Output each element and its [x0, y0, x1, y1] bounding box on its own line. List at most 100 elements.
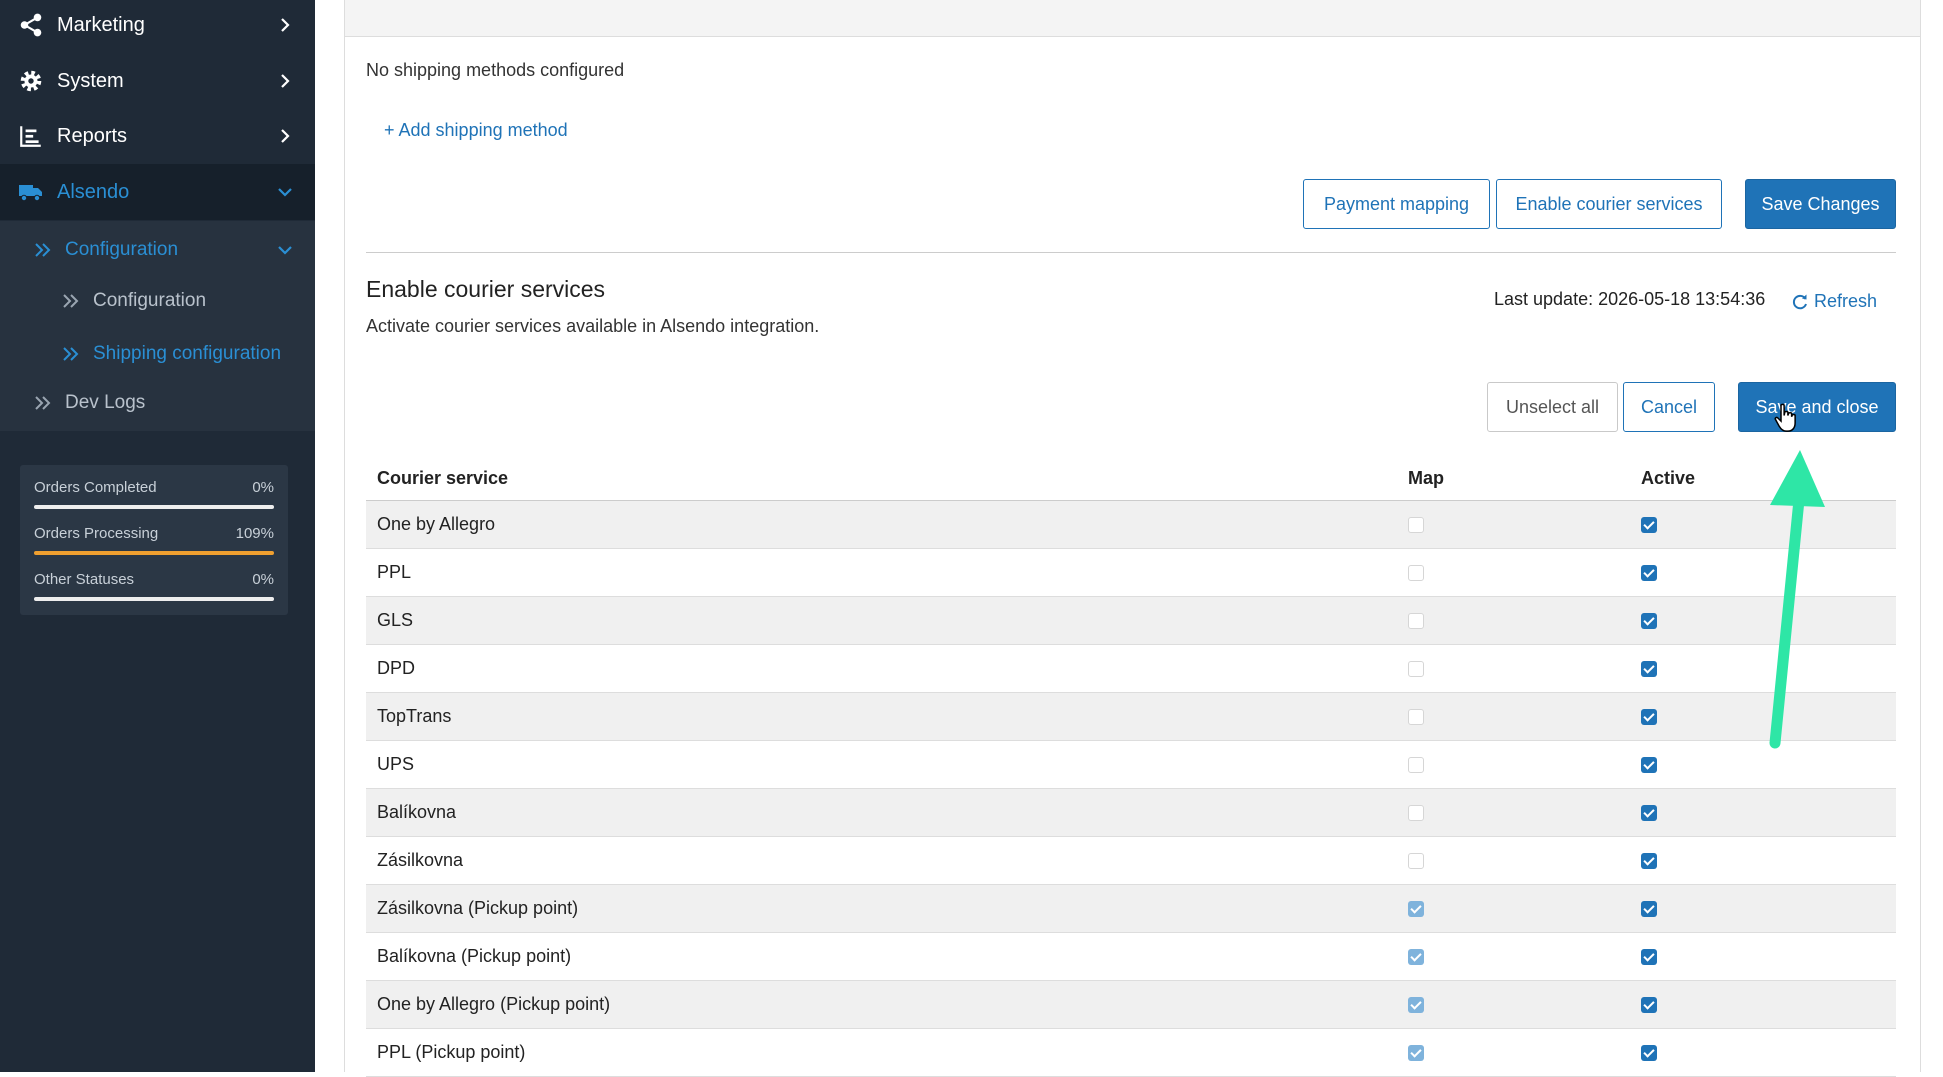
map-cell — [1397, 740, 1630, 789]
double-chevron-right-icon — [63, 294, 79, 308]
map-cell — [1397, 692, 1630, 741]
sidebar-item-dev-logs[interactable]: Dev Logs — [0, 379, 315, 427]
sidebar-item-alsendo[interactable]: Alsendo — [0, 164, 315, 220]
active-checkbox[interactable] — [1641, 949, 1657, 966]
sidebar-item-configuration-child[interactable]: Configuration — [0, 277, 315, 325]
refresh-icon — [1792, 294, 1807, 309]
map-checkbox[interactable] — [1408, 1045, 1424, 1062]
courier-service-name: DPD — [366, 644, 1397, 693]
active-checkbox[interactable] — [1641, 613, 1657, 630]
column-header-map: Map — [1397, 456, 1630, 501]
active-checkbox[interactable] — [1641, 853, 1657, 870]
sidebar-item-label: Marketing — [57, 13, 145, 36]
map-cell — [1397, 644, 1630, 693]
save-changes-button[interactable]: Save Changes — [1745, 179, 1896, 229]
sidebar-item-label: System — [57, 69, 124, 92]
table-row: One by Allegro — [366, 500, 1896, 549]
map-cell — [1397, 1028, 1630, 1077]
sidebar-item-marketing[interactable]: Marketing — [0, 0, 315, 53]
map-cell — [1397, 980, 1630, 1029]
table-row: PPL (Pickup point) — [366, 1028, 1896, 1077]
refresh-button[interactable]: Refresh — [1791, 291, 1877, 312]
map-checkbox[interactable] — [1408, 949, 1424, 966]
map-checkbox[interactable] — [1408, 901, 1424, 918]
stat-label: Other Statuses — [34, 571, 135, 588]
chevron-down-icon — [278, 188, 292, 197]
courier-service-name: GLS — [366, 596, 1397, 645]
map-cell — [1397, 500, 1630, 549]
stat-orders-processing: Orders Processing 109% — [34, 525, 274, 555]
map-checkbox[interactable] — [1408, 805, 1424, 822]
enable-courier-services-button[interactable]: Enable courier services — [1496, 179, 1722, 229]
stat-other-statuses: Other Statuses 0% — [34, 571, 274, 601]
sidebar-item-label: Shipping configuration — [93, 343, 282, 364]
double-chevron-right-icon — [35, 396, 51, 410]
top-panel-area — [345, 0, 1920, 37]
table-row: Zásilkovna — [366, 836, 1896, 885]
column-header-courier-service: Courier service — [366, 456, 1397, 501]
empty-shipping-text: No shipping methods configured — [366, 60, 625, 80]
map-checkbox[interactable] — [1408, 613, 1424, 630]
stat-label: Orders Completed — [34, 479, 157, 496]
active-checkbox[interactable] — [1641, 517, 1657, 534]
share-icon — [20, 13, 42, 37]
map-checkbox[interactable] — [1408, 997, 1424, 1014]
stat-percent: 0% — [252, 571, 274, 588]
courier-service-name: Zásilkovna — [366, 836, 1397, 885]
sidebar-item-label: Alsendo — [57, 180, 130, 203]
sidebar-item-shipping-configuration[interactable]: Shipping configuration — [0, 330, 315, 378]
courier-service-name: One by Allegro (Pickup point) — [366, 980, 1397, 1029]
sidebar: Marketing System Reports Alsendo Configu… — [0, 0, 315, 1072]
gear-icon — [20, 70, 42, 92]
chevron-right-icon — [281, 129, 290, 143]
stat-orders-completed: Orders Completed 0% — [34, 479, 274, 509]
stat-label: Orders Processing — [34, 525, 159, 542]
unselect-all-button[interactable]: Unselect all — [1487, 382, 1618, 432]
save-and-close-button[interactable]: Save and close — [1738, 382, 1896, 432]
courier-service-name: UPS — [366, 740, 1397, 789]
order-stats-panel: Orders Completed 0% Orders Processing 10… — [20, 465, 288, 615]
sidebar-item-reports[interactable]: Reports — [0, 108, 315, 164]
active-checkbox[interactable] — [1641, 709, 1657, 726]
refresh-label: Refresh — [1814, 291, 1878, 311]
last-update-text: Last update: 2026-05-18 13:54:36 — [1494, 289, 1766, 309]
table-row: TopTrans — [366, 692, 1896, 741]
sidebar-item-system[interactable]: System — [0, 53, 315, 109]
table-body: One by Allegro PPL GLS DPD TopTrans UPS Balíko… — [366, 500, 1896, 1077]
map-checkbox[interactable] — [1408, 709, 1424, 726]
cancel-button[interactable]: Cancel — [1623, 382, 1715, 432]
add-shipping-method-link[interactable]: + Add shipping method — [384, 120, 568, 141]
map-checkbox[interactable] — [1408, 517, 1424, 534]
double-chevron-right-icon — [35, 243, 51, 257]
active-checkbox[interactable] — [1641, 997, 1657, 1014]
stat-progress-bar — [34, 551, 274, 555]
table-row: UPS — [366, 740, 1896, 789]
bar-chart-icon — [20, 126, 41, 147]
sidebar-item-label: Dev Logs — [65, 392, 146, 413]
payment-mapping-button[interactable]: Payment mapping — [1303, 179, 1490, 229]
active-cell — [1630, 884, 1896, 933]
active-checkbox[interactable] — [1641, 805, 1657, 822]
active-checkbox[interactable] — [1641, 1045, 1657, 1062]
map-cell — [1397, 788, 1630, 837]
table-row: PPL — [366, 548, 1896, 597]
active-checkbox[interactable] — [1641, 661, 1657, 678]
active-cell — [1630, 836, 1896, 885]
sidebar-item-configuration[interactable]: Configuration — [0, 226, 315, 274]
table-row: GLS — [366, 596, 1896, 645]
annotation-arrow — [1769, 450, 1825, 749]
map-checkbox[interactable] — [1408, 565, 1424, 582]
chevron-right-icon — [281, 18, 290, 32]
active-checkbox[interactable] — [1641, 901, 1657, 918]
courier-services-table: Courier service Map Active One by Allegr… — [366, 456, 1896, 1077]
map-checkbox[interactable] — [1408, 853, 1424, 870]
stat-percent: 109% — [235, 525, 274, 542]
active-checkbox[interactable] — [1641, 757, 1657, 774]
divider — [366, 252, 1896, 253]
chevron-down-icon — [278, 246, 292, 255]
table-row: One by Allegro (Pickup point) — [366, 980, 1896, 1029]
active-checkbox[interactable] — [1641, 565, 1657, 582]
map-checkbox[interactable] — [1408, 757, 1424, 774]
courier-service-name: PPL (Pickup point) — [366, 1028, 1397, 1077]
map-checkbox[interactable] — [1408, 661, 1424, 678]
